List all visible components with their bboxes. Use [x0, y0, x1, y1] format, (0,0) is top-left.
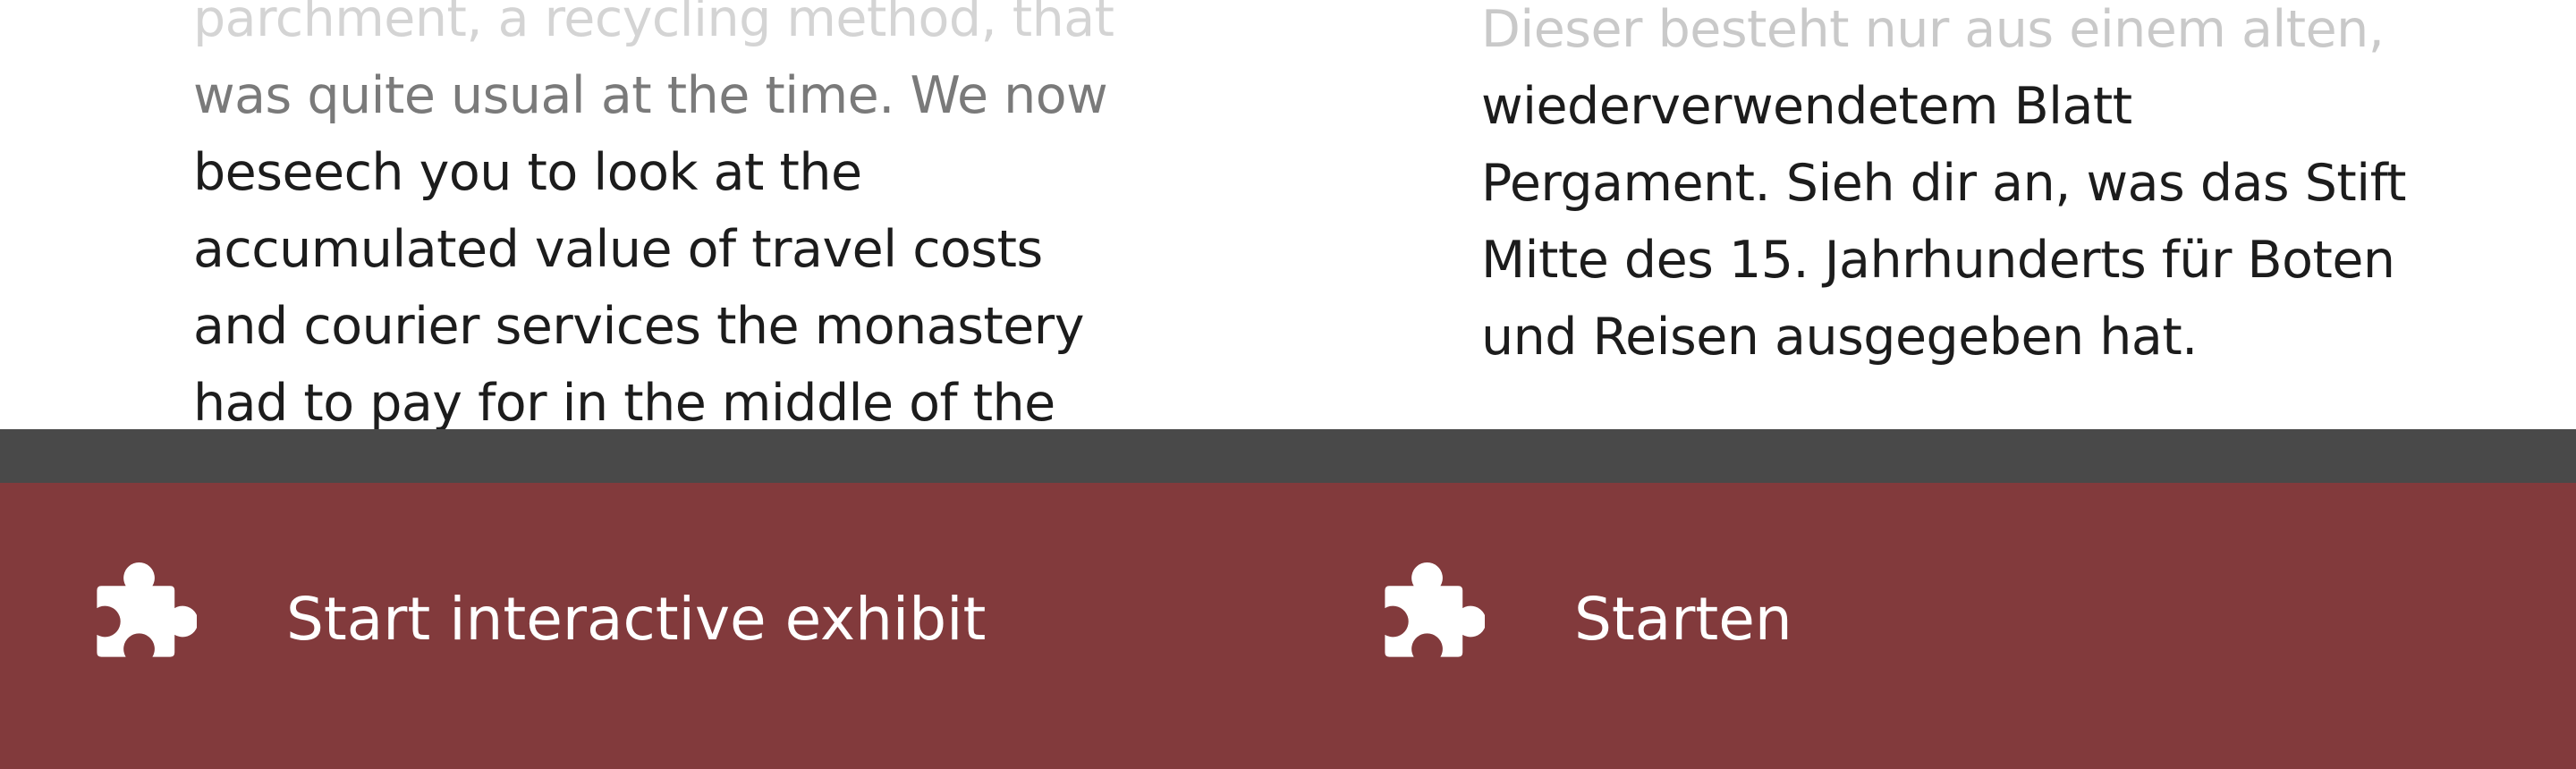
exhibit-text-area: parchment, a recycling method, that was … — [0, 0, 2576, 429]
divider-band — [0, 429, 2576, 483]
starten-button[interactable]: Starten — [1288, 483, 2576, 769]
german-text-line: wiederverwendetem Blatt — [1481, 77, 2132, 136]
english-text-line: had to pay for in the middle of the — [193, 374, 1055, 429]
german-text-column: Dieser besteht nur aus einem alten, wied… — [1481, 0, 2407, 376]
bottom-action-bar: Start interactive exhibit Starten — [0, 483, 2576, 769]
starten-button-label: Starten — [1574, 585, 1792, 654]
start-interactive-exhibit-button[interactable]: Start interactive exhibit — [0, 483, 1288, 769]
german-text-line: Mitte des 15. Jahrhunderts für Boten — [1481, 231, 2395, 290]
english-text-line: parchment, a recycling method, that — [193, 0, 1114, 48]
english-text-column: parchment, a recycling method, that was … — [193, 0, 1114, 429]
english-text-line: accumulated value of travel costs — [193, 220, 1043, 279]
german-text-line: Dieser besteht nur aus einem alten, — [1481, 0, 2385, 59]
german-text-line: und Reisen ausgegeben hat. — [1481, 308, 2198, 367]
english-text-line: beseech you to look at the — [193, 143, 862, 202]
puzzle-piece-icon — [1385, 562, 1485, 657]
german-text-line: Pergament. Sieh dir an, was das Stift — [1481, 154, 2407, 213]
english-text-line: and courier services the monastery — [193, 297, 1084, 356]
puzzle-piece-icon — [97, 562, 197, 657]
start-button-label: Start interactive exhibit — [286, 585, 987, 654]
english-text-line: was quite usual at the time. We now — [193, 66, 1108, 125]
